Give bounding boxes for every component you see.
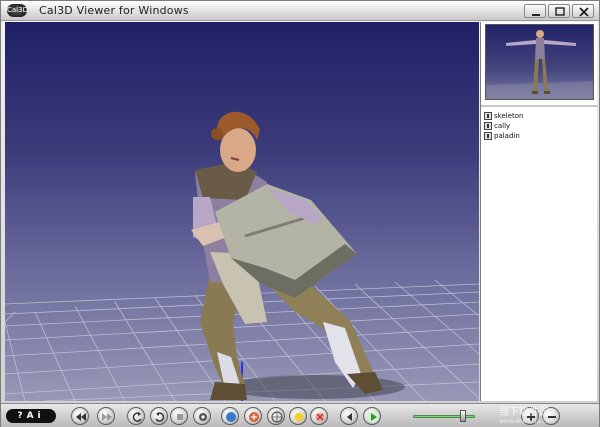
side-panel: skeleton cally paladin bbox=[480, 22, 598, 401]
cal3d-viewer-window: Cal3D Cal3D Viewer for Windows skeleton … bbox=[0, 0, 600, 427]
previous-icon bbox=[347, 413, 352, 421]
rotate-left-button[interactable] bbox=[127, 407, 145, 425]
minimize-button[interactable] bbox=[524, 4, 546, 18]
rewind-button[interactable] bbox=[71, 407, 89, 425]
maximize-button[interactable] bbox=[548, 4, 570, 18]
watermark-text: 当下软件园 bbox=[499, 407, 549, 418]
close-button[interactable] bbox=[572, 4, 594, 18]
previous-button[interactable] bbox=[340, 407, 358, 425]
disable-icon bbox=[315, 412, 325, 422]
model-icon bbox=[484, 112, 492, 120]
about-logo[interactable]: ?Ai bbox=[6, 409, 56, 423]
play-button[interactable] bbox=[363, 407, 381, 425]
eye-icon bbox=[199, 413, 207, 421]
title-bar[interactable]: Cal3D Cal3D Viewer for Windows bbox=[1, 1, 599, 21]
stop-icon bbox=[177, 414, 183, 420]
model-list: skeleton cally paladin bbox=[484, 111, 523, 141]
speed-slider[interactable] bbox=[413, 415, 475, 418]
model-item-label: cally bbox=[494, 122, 511, 130]
model-item-label: paladin bbox=[494, 132, 520, 140]
watermark: 当下软件园 www.downxia.com bbox=[499, 403, 555, 425]
wireframe-icon bbox=[271, 411, 283, 423]
fast-forward-icon bbox=[102, 413, 112, 421]
model-icon bbox=[484, 122, 492, 130]
rotate-right-button[interactable] bbox=[150, 407, 168, 425]
preview-figure bbox=[486, 30, 593, 99]
skeleton-icon bbox=[226, 412, 236, 422]
stop-button[interactable] bbox=[170, 407, 188, 425]
texture-button[interactable] bbox=[244, 407, 262, 425]
speed-slider-thumb[interactable] bbox=[459, 410, 466, 422]
model-preview[interactable] bbox=[485, 24, 594, 100]
model-item-cally[interactable]: cally bbox=[484, 121, 523, 131]
disable-button[interactable] bbox=[310, 407, 328, 425]
model-item-label: skeleton bbox=[494, 112, 524, 120]
fast-forward-button[interactable] bbox=[97, 407, 115, 425]
watermark-url: www.downxia.com bbox=[499, 418, 555, 425]
light-button[interactable] bbox=[289, 407, 307, 425]
character-model bbox=[191, 111, 383, 400]
rotate-right-icon bbox=[155, 412, 165, 422]
skeleton-button[interactable] bbox=[221, 407, 239, 425]
app-icon[interactable]: Cal3D bbox=[7, 4, 28, 17]
close-icon bbox=[579, 7, 589, 17]
view-mode-button[interactable] bbox=[193, 407, 211, 425]
texture-icon bbox=[249, 412, 259, 422]
play-icon bbox=[367, 411, 379, 423]
rewind-icon bbox=[76, 413, 86, 421]
model-item-skeleton[interactable]: skeleton bbox=[484, 111, 523, 121]
3d-viewport[interactable] bbox=[5, 22, 479, 401]
maximize-icon bbox=[555, 7, 565, 16]
model-item-paladin[interactable]: paladin bbox=[484, 131, 523, 141]
window-title: Cal3D Viewer for Windows bbox=[39, 4, 189, 17]
wireframe-button[interactable] bbox=[267, 407, 285, 425]
light-icon bbox=[294, 412, 304, 422]
rotate-left-icon bbox=[132, 412, 142, 422]
panel-divider bbox=[481, 105, 598, 107]
model-icon bbox=[484, 132, 492, 140]
minimize-icon bbox=[532, 14, 540, 16]
